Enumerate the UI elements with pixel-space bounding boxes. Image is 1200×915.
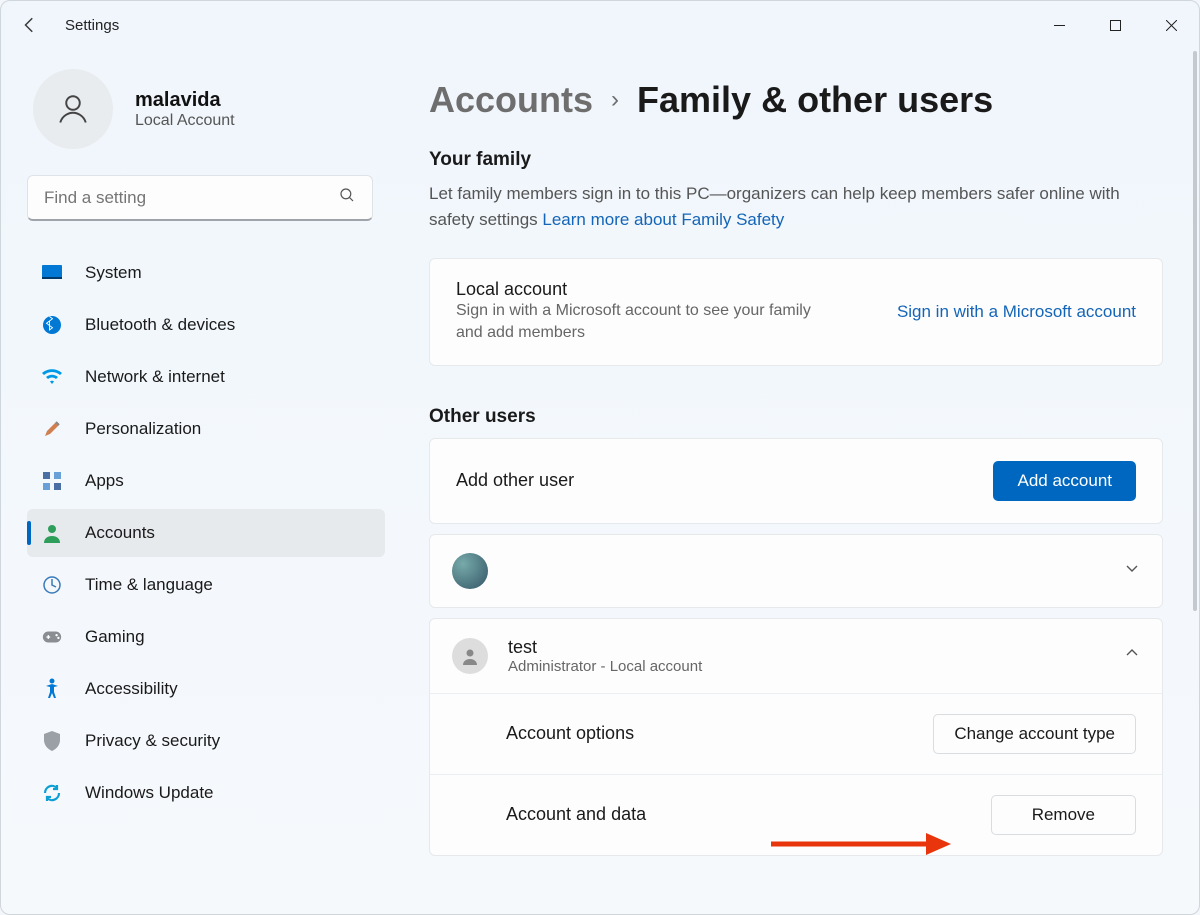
nav-gaming[interactable]: Gaming [27,613,385,661]
profile-subtitle: Local Account [135,112,235,130]
maximize-button[interactable] [1087,1,1143,49]
nav-label: Apps [85,471,124,491]
scrollbar[interactable] [1193,51,1197,611]
nav-time-language[interactable]: Time & language [27,561,385,609]
add-user-card: Add other user Add account [429,438,1163,524]
account-options-row: Account options Change account type [430,693,1162,774]
brush-icon [41,418,63,440]
profile-block[interactable]: malavida Local Account [27,69,385,149]
bluetooth-icon [41,314,63,336]
nav-label: Privacy & security [85,731,220,751]
user-avatar [452,638,488,674]
nav-list: System Bluetooth & devices Network & int… [27,249,385,817]
breadcrumb-root[interactable]: Accounts [429,79,593,121]
nav-label: Time & language [85,575,213,595]
account-options-label: Account options [506,723,634,744]
search-box[interactable] [27,175,373,221]
nav-label: System [85,263,142,283]
nav-accounts[interactable]: Accounts [27,509,385,557]
nav-label: Personalization [85,419,201,439]
nav-label: Accessibility [85,679,178,699]
user-avatar [452,553,488,589]
search-input[interactable] [44,188,338,208]
add-account-button[interactable]: Add account [993,461,1136,501]
chevron-up-icon [1124,645,1140,666]
nav-label: Windows Update [85,783,214,803]
main-content: Accounts › Family & other users Your fam… [401,49,1199,914]
breadcrumb-current: Family & other users [637,79,993,121]
search-icon [338,186,356,209]
family-description: Let family members sign in to this PC—or… [429,181,1163,232]
add-user-label: Add other user [456,470,574,491]
change-account-type-button[interactable]: Change account type [933,714,1136,754]
back-button[interactable] [21,16,39,34]
chevron-right-icon: › [611,86,619,114]
user-card-1 [429,534,1163,608]
account-data-label: Account and data [506,804,646,825]
nav-privacy[interactable]: Privacy & security [27,717,385,765]
nav-windows-update[interactable]: Windows Update [27,769,385,817]
shield-icon [41,730,63,752]
profile-name: malavida [135,89,235,112]
user-card-2: test Administrator - Local account Accou… [429,618,1163,856]
sign-in-ms-account-link[interactable]: Sign in with a Microsoft account [897,302,1136,322]
card-title: Local account [456,279,826,300]
accessibility-icon [41,678,63,700]
user-name: test [508,637,702,658]
user-row-collapsed[interactable] [430,535,1162,607]
nav-apps[interactable]: Apps [27,457,385,505]
close-button[interactable] [1143,1,1199,49]
nav-label: Network & internet [85,367,225,387]
remove-button[interactable]: Remove [991,795,1136,835]
apps-icon [41,470,63,492]
nav-network[interactable]: Network & internet [27,353,385,401]
globe-clock-icon [41,574,63,596]
local-account-card: Local account Sign in with a Microsoft a… [429,258,1163,366]
nav-accessibility[interactable]: Accessibility [27,665,385,713]
card-subtitle: Sign in with a Microsoft account to see … [456,300,826,345]
user-subtitle: Administrator - Local account [508,658,702,675]
window-title: Settings [65,17,119,34]
nav-label: Accounts [85,523,155,543]
nav-label: Gaming [85,627,145,647]
sidebar: malavida Local Account System Bluetooth … [1,49,401,914]
person-icon [41,522,63,544]
nav-system[interactable]: System [27,249,385,297]
titlebar: Settings [1,1,1199,49]
display-icon [41,262,63,284]
settings-window: Settings malavida Local Account [0,0,1200,915]
nav-personalization[interactable]: Personalization [27,405,385,453]
update-icon [41,782,63,804]
user-row-expanded[interactable]: test Administrator - Local account [430,619,1162,693]
chevron-down-icon [1124,560,1140,581]
gamepad-icon [41,626,63,648]
avatar [33,69,113,149]
account-data-row: Account and data Remove [430,774,1162,855]
wifi-icon [41,366,63,388]
family-safety-link[interactable]: Learn more about Family Safety [542,210,784,229]
section-other-users: Other users [429,406,1163,428]
nav-label: Bluetooth & devices [85,315,235,335]
section-your-family: Your family [429,149,1163,171]
breadcrumb: Accounts › Family & other users [429,79,1163,121]
minimize-button[interactable] [1031,1,1087,49]
nav-bluetooth[interactable]: Bluetooth & devices [27,301,385,349]
